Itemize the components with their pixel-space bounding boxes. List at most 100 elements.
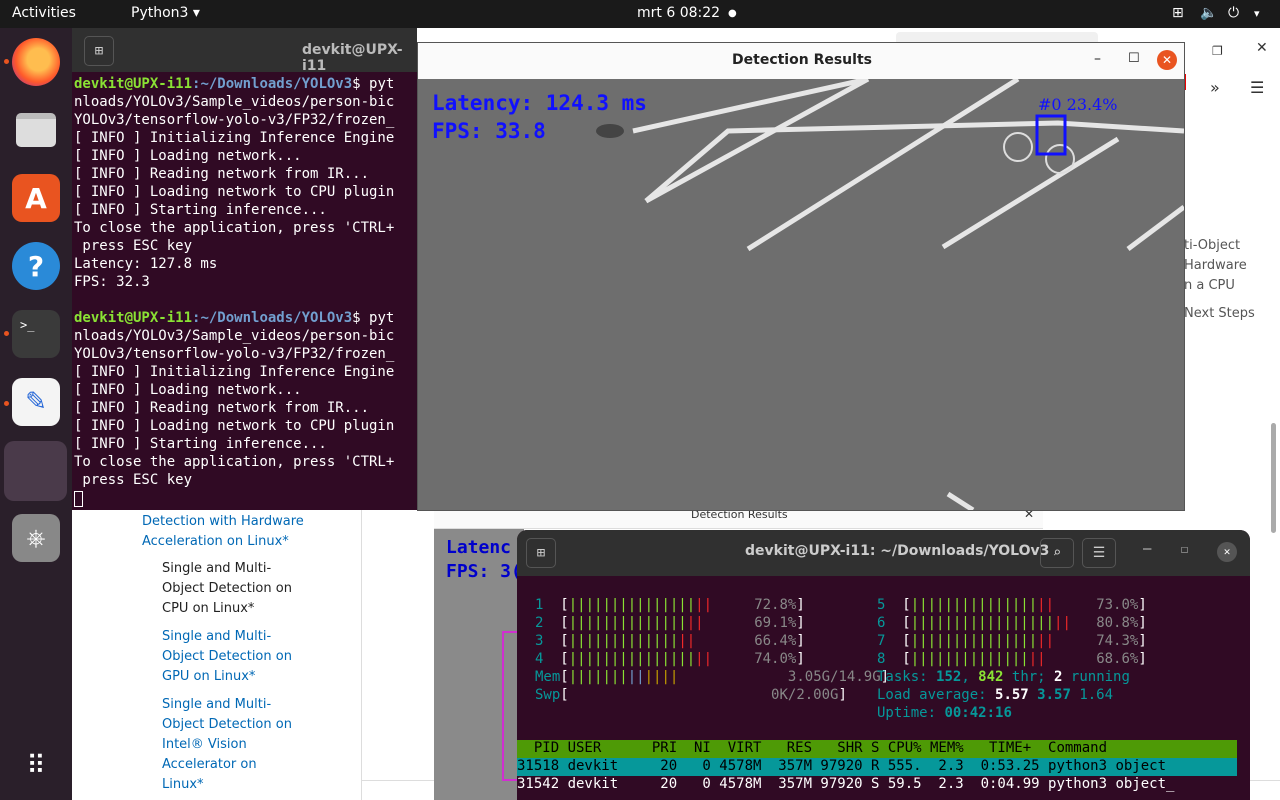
- files-icon[interactable]: [12, 106, 60, 154]
- terminal-line: [ INFO ] Loading network to CPU plugin: [74, 184, 395, 200]
- terminal-line: [ INFO ] Reading network from IR...: [74, 166, 370, 182]
- toc-link[interactable]: Object Detection on: [162, 647, 292, 667]
- cpu-meter: 1 [||||||||||||||||| 72.8%]: [535, 597, 805, 613]
- terminal-line: YOLOv3/tensorflow-yolo-v3/FP32/frozen_: [74, 346, 395, 362]
- window-title: devkit@UPX-i11: ~/Downloads/YOLOv3: [745, 543, 1050, 559]
- terminal-icon[interactable]: >_: [12, 310, 60, 358]
- cursor: [74, 491, 83, 507]
- toc-link[interactable]: Single and Multi-: [162, 627, 292, 647]
- terminal-line: [ INFO ] Starting inference...: [74, 436, 327, 452]
- network-icon[interactable]: ⊞: [1172, 5, 1184, 21]
- mem-meter: Mem[||||||||||||| 3.05G/14.9G]: [535, 669, 890, 685]
- toc-current[interactable]: Object Detection on: [162, 579, 292, 599]
- detection-titlebar[interactable]: Detection Results – ☐ ✕: [418, 43, 1184, 79]
- active-window-icon[interactable]: [4, 441, 67, 501]
- menu-icon[interactable]: ☰: [1082, 538, 1116, 568]
- close-icon[interactable]: ✕: [1256, 40, 1268, 56]
- maximize-icon[interactable]: ☐: [1128, 51, 1140, 66]
- terminal-line: press ESC key: [74, 238, 193, 254]
- new-tab-icon[interactable]: ⊞: [84, 36, 114, 66]
- terminal-line: Latency: 127.8 ms: [74, 256, 218, 272]
- toc-link[interactable]: Intel® Vision: [162, 735, 292, 755]
- activities-button[interactable]: Activities: [12, 5, 76, 21]
- detection-label: #0 23.4%: [1038, 95, 1118, 114]
- cpu-meter: 5 [||||||||||||||||| 73.0%]: [877, 597, 1147, 613]
- overflow-chevron-icon[interactable]: »: [1210, 78, 1220, 97]
- minimize-icon[interactable]: –: [1094, 51, 1101, 67]
- divider: [361, 510, 362, 800]
- minimize-icon[interactable]: –: [1143, 541, 1151, 557]
- power-icon[interactable]: ⏻: [1228, 5, 1239, 21]
- latency-text: Latency: 124.3 ms: [432, 91, 647, 115]
- notification-dot-icon: ●: [728, 8, 737, 19]
- clock[interactable]: mrt 6 08:22: [637, 5, 720, 21]
- help-icon[interactable]: ?: [12, 242, 60, 290]
- new-tab-icon[interactable]: ⊞: [526, 538, 556, 568]
- cpu-meter: 7 [||||||||||||||||| 74.3%]: [877, 633, 1147, 649]
- cpu-meter: 3 [||||||||||||||| 66.4%]: [535, 633, 805, 649]
- process-table-header[interactable]: PID USER PRI NI VIRT RES SHR S CPU% MEM%…: [517, 740, 1237, 758]
- terminal-line: [ INFO ] Loading network...: [74, 382, 302, 398]
- running-indicator: [4, 59, 9, 64]
- fps-text: FPS: 3(: [446, 561, 522, 582]
- window-title: Detection Results: [732, 52, 872, 68]
- nav-link[interactable]: ti-Object: [1184, 236, 1274, 256]
- detection-results-window[interactable]: Detection Results – ☐ ✕ Latency: 124.3 m…: [417, 42, 1185, 511]
- terminal-line: FPS: 32.3: [74, 274, 150, 290]
- software-icon[interactable]: A: [12, 174, 60, 222]
- load-average: Load average: 5.57 3.57 1.64: [877, 687, 1114, 703]
- cpu-meter: 6 [||||||||||||||||||| 80.8%]: [877, 615, 1147, 631]
- hamburger-menu-icon[interactable]: ☰: [1250, 78, 1264, 97]
- table-row[interactable]: 31518 devkit 20 0 4578M 357M 97920 R 555…: [517, 758, 1237, 776]
- terminal-line: nloads/YOLOv3/Sample_videos/person-bic: [74, 328, 395, 344]
- toc-link[interactable]: Object Detection on: [162, 715, 292, 735]
- terminal-titlebar[interactable]: ⊞ devkit@UPX-i11: [72, 28, 417, 74]
- bounding-box: [502, 631, 518, 781]
- volume-icon[interactable]: 🔈: [1200, 5, 1217, 21]
- table-row[interactable]: 31542 devkit 20 0 4578M 357M 97920 S 59.…: [517, 776, 1237, 794]
- terminal-line: [ INFO ] Initializing Inference Engine: [74, 130, 395, 146]
- toc-link[interactable]: Detection with Hardware: [142, 512, 304, 532]
- terminal-line: To close the application, press 'CTRL+: [74, 220, 395, 236]
- nav-link[interactable]: Next Steps: [1184, 304, 1274, 324]
- dock: A ? >_ ✎ ⎈ ⠿: [0, 28, 72, 800]
- htop-terminal-window[interactable]: ⊞ devkit@UPX-i11: ~/Downloads/YOLOv3 ⌕ ☰…: [517, 530, 1250, 800]
- toc-link[interactable]: Linux*: [162, 775, 292, 795]
- cpu-meter: 4 [||||||||||||||||| 74.0%]: [535, 651, 805, 667]
- terminal-line: [ INFO ] Loading network to CPU plugin: [74, 418, 395, 434]
- maximize-icon[interactable]: ☐: [1181, 542, 1188, 556]
- system-menu-chevron-icon[interactable]: ▾: [1254, 7, 1260, 20]
- terminal-line: nloads/YOLOv3/Sample_videos/person-bic: [74, 94, 395, 110]
- window-title: devkit@UPX-i11: [302, 42, 403, 74]
- nav-link[interactable]: n a CPU: [1184, 276, 1274, 296]
- toc-current[interactable]: Single and Multi-: [162, 559, 292, 579]
- running-indicator: [4, 401, 9, 406]
- toc-link[interactable]: Single and Multi-: [162, 695, 292, 715]
- terminal-line: [ INFO ] Starting inference...: [74, 202, 327, 218]
- second-detection-frame: Latenc FPS: 3(: [434, 529, 524, 800]
- search-icon[interactable]: ⌕: [1040, 538, 1074, 568]
- close-icon[interactable]: ✕: [1217, 542, 1237, 562]
- toc-link[interactable]: Acceleration on Linux*: [142, 532, 304, 552]
- terminal-line: devkit@UPX-i11:~/Downloads/YOLOv3$ pyt: [74, 310, 395, 326]
- toc-current[interactable]: CPU on Linux*: [162, 599, 292, 619]
- terminal-line: press ESC key: [74, 472, 193, 488]
- usb-icon[interactable]: ⎈: [12, 514, 60, 562]
- toc-link[interactable]: Accelerator on: [162, 755, 292, 775]
- maximize-icon[interactable]: ❐: [1212, 44, 1223, 58]
- nav-link[interactable]: Hardware: [1184, 256, 1274, 276]
- text-editor-icon[interactable]: ✎: [12, 378, 60, 426]
- htop-titlebar[interactable]: ⊞ devkit@UPX-i11: ~/Downloads/YOLOv3 ⌕ ☰…: [517, 530, 1250, 576]
- terminal-window[interactable]: ⊞ devkit@UPX-i11 devkit@UPX-i11:~/Downlo…: [72, 28, 417, 510]
- latency-text: Latenc: [446, 537, 512, 558]
- uptime: Uptime: 00:42:16: [877, 705, 1012, 721]
- scrollbar[interactable]: [1271, 423, 1276, 533]
- terminal-line: To close the application, press 'CTRL+: [74, 454, 395, 470]
- firefox-icon[interactable]: [12, 38, 60, 86]
- terminal-line: [ INFO ] Loading network...: [74, 148, 302, 164]
- close-icon[interactable]: ✕: [1157, 50, 1177, 70]
- app-menu[interactable]: Python3 ▾: [131, 5, 200, 21]
- terminal-line: devkit@UPX-i11:~/Downloads/YOLOv3$ pyt: [74, 76, 395, 92]
- toc-link[interactable]: GPU on Linux*: [162, 667, 292, 687]
- app-grid-icon[interactable]: ⠿: [12, 742, 60, 790]
